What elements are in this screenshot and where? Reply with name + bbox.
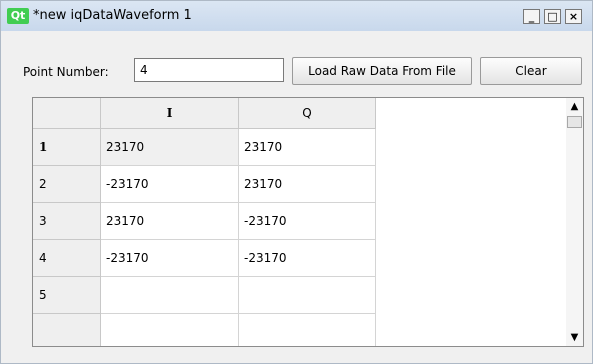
table-cell-i[interactable] — [101, 277, 239, 314]
row-header[interactable] — [33, 314, 101, 346]
column-header-q[interactable]: Q — [239, 98, 376, 129]
maximize-button[interactable]: □ — [544, 9, 561, 24]
table-cell-i[interactable]: 23170 — [101, 129, 239, 166]
qt-logo-icon: Qt — [7, 8, 29, 24]
iq-data-table: I Q 1 23170 23170 2 -23170 23170 3 23170… — [32, 97, 584, 347]
table-cell-q[interactable] — [239, 277, 376, 314]
table-cell-q[interactable]: -23170 — [239, 240, 376, 277]
row-header[interactable]: 5 — [33, 277, 101, 314]
table-cell-i[interactable]: 23170 — [101, 203, 239, 240]
table-corner[interactable] — [33, 98, 101, 129]
row-header[interactable]: 3 — [33, 203, 101, 240]
minimize-button[interactable]: _ — [523, 9, 540, 24]
arrow-up-icon[interactable]: ▲ — [566, 98, 583, 115]
row-header[interactable]: 4 — [33, 240, 101, 277]
table-cell-q[interactable]: 23170 — [239, 129, 376, 166]
table-cell-q[interactable] — [239, 314, 376, 346]
table-cell-q[interactable]: -23170 — [239, 203, 376, 240]
row-header[interactable]: 1 — [33, 129, 101, 166]
title-bar[interactable]: Qt *new iqDataWaveform 1 _ □ × — [1, 1, 592, 31]
arrow-down-icon[interactable]: ▼ — [566, 329, 583, 346]
vertical-scrollbar[interactable]: ▲ ▼ — [566, 98, 583, 346]
table-cell-i[interactable] — [101, 314, 239, 346]
point-number-label: Point Number: — [23, 65, 109, 79]
table-cell-i[interactable]: -23170 — [101, 240, 239, 277]
window-title: *new iqDataWaveform 1 — [33, 8, 192, 23]
clear-button[interactable]: Clear — [480, 57, 582, 85]
table-cell-i[interactable]: -23170 — [101, 166, 239, 203]
load-raw-data-button[interactable]: Load Raw Data From File — [292, 57, 472, 85]
point-number-input[interactable] — [134, 58, 284, 82]
scrollbar-thumb[interactable] — [567, 116, 582, 128]
table-cell-q[interactable]: 23170 — [239, 166, 376, 203]
row-header[interactable]: 2 — [33, 166, 101, 203]
column-header-i[interactable]: I — [101, 98, 239, 129]
app-window: Qt *new iqDataWaveform 1 _ □ × Point Num… — [0, 0, 593, 364]
close-button[interactable]: × — [565, 9, 582, 24]
